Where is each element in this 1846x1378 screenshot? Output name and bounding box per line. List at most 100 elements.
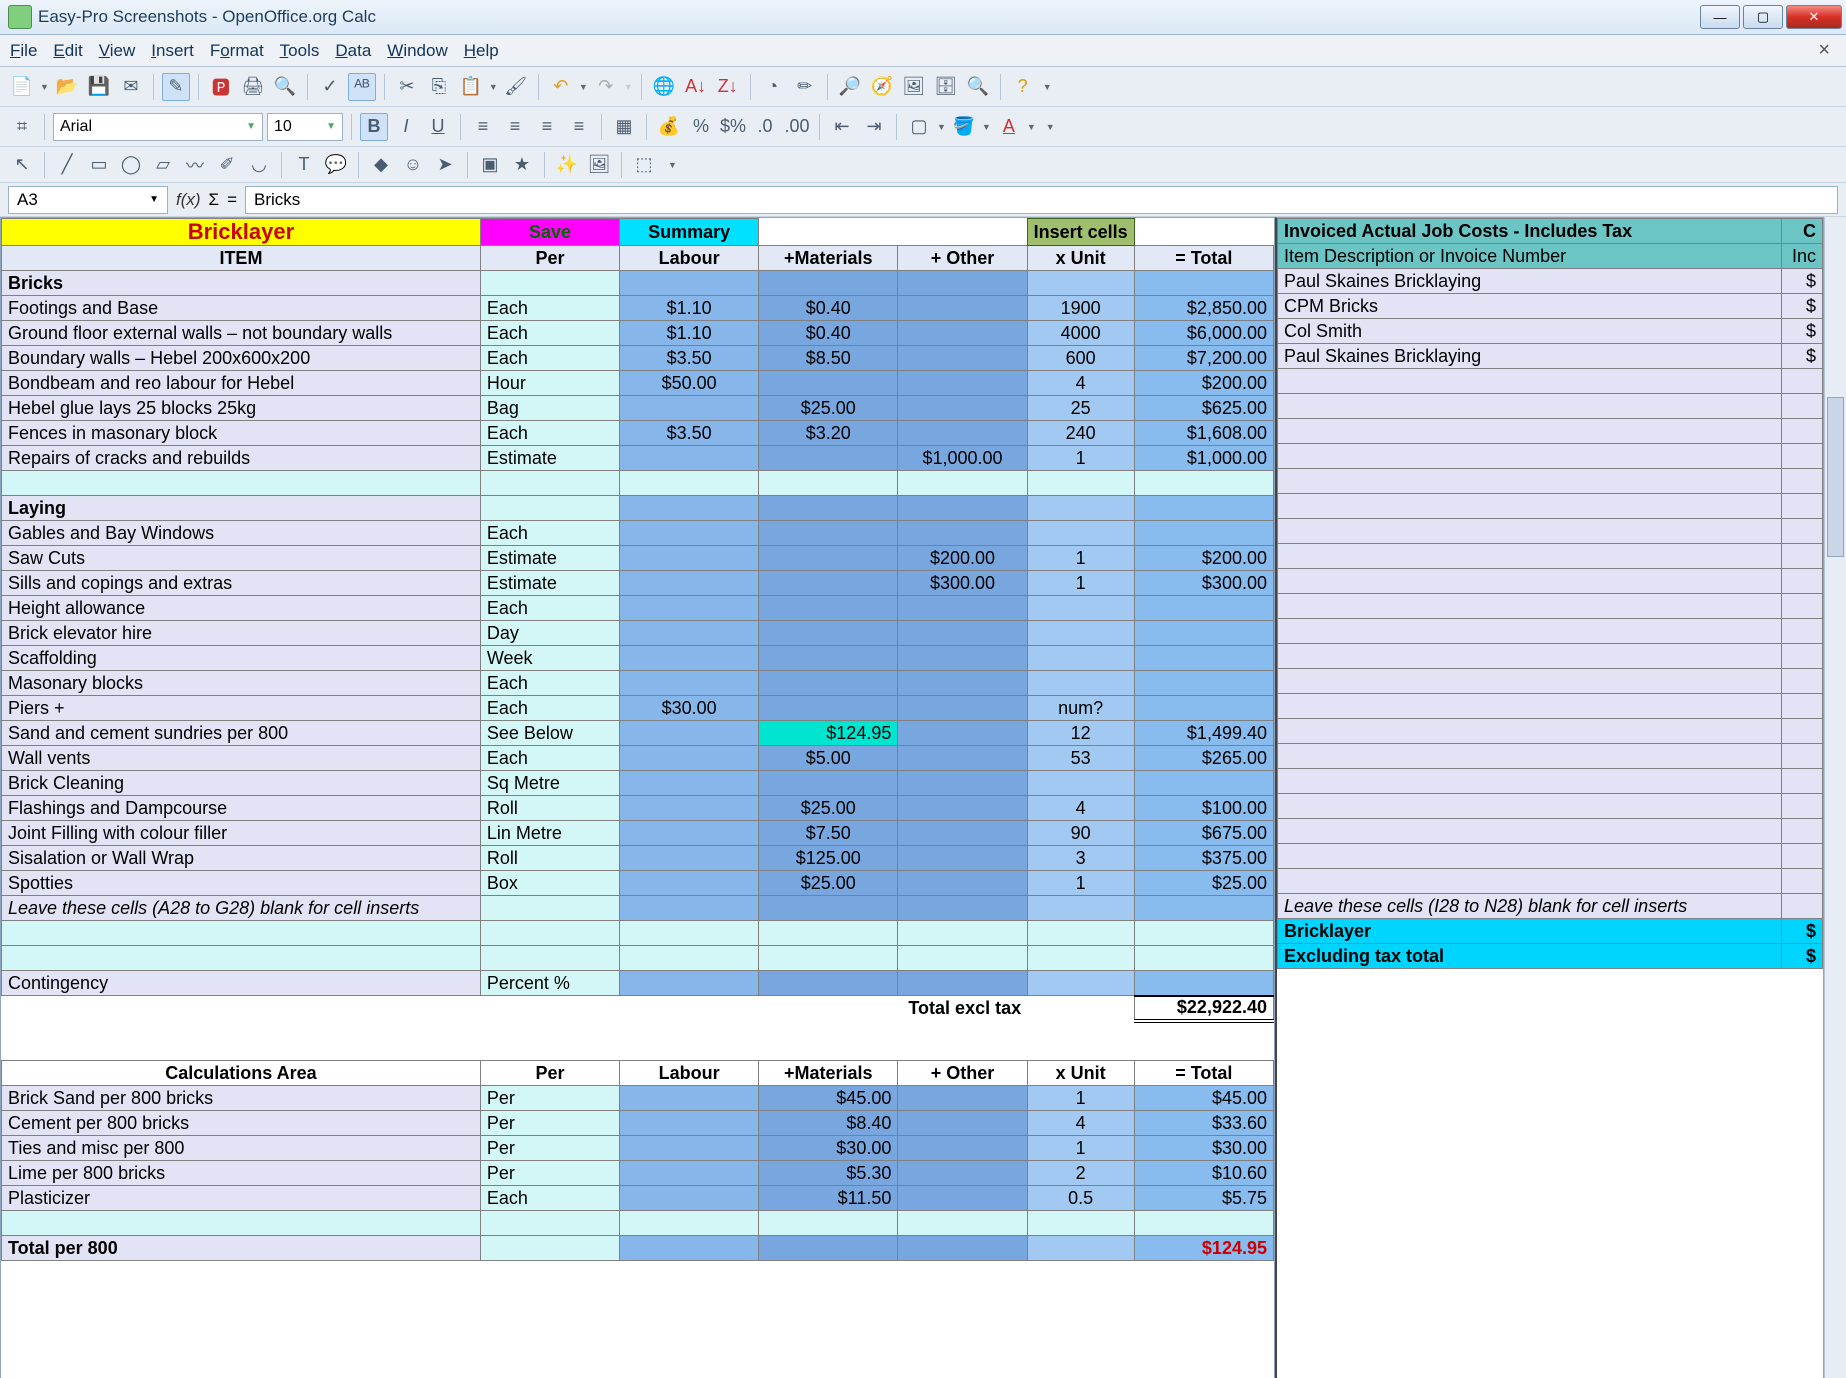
invoice-row[interactable] — [1278, 719, 1782, 744]
table-row-item[interactable]: Scaffolding — [2, 646, 481, 671]
align-center-icon[interactable]: ≡ — [501, 113, 529, 141]
invoice-row[interactable] — [1278, 644, 1782, 669]
save-icon[interactable]: 💾 — [85, 73, 113, 101]
table-row-item[interactable]: Bondbeam and reo labour for Hebel — [2, 371, 481, 396]
show-draw-icon[interactable]: ✏ — [791, 73, 819, 101]
copy-icon[interactable]: ⎘ — [425, 73, 453, 101]
fontcolor-icon[interactable]: A — [995, 113, 1023, 141]
summary-button[interactable]: Summary — [620, 219, 759, 246]
redo-icon[interactable]: ↷ — [592, 73, 620, 101]
equals-icon[interactable]: = — [227, 190, 237, 210]
menu-view[interactable]: View — [99, 41, 136, 61]
rect-icon[interactable]: ▭ — [85, 151, 113, 179]
table-row-item[interactable]: Joint Filling with colour filler — [2, 821, 481, 846]
edit-file-icon[interactable]: ✎ — [162, 73, 190, 101]
sort-desc-icon[interactable]: Z↓ — [714, 73, 742, 101]
invoice-row[interactable] — [1278, 494, 1782, 519]
spreadsheet-left[interactable]: Bricklayer Save Summary Insert cells ITE… — [0, 217, 1275, 1378]
save-button[interactable]: Save — [480, 219, 619, 246]
table-row-item[interactable]: Piers + — [2, 696, 481, 721]
select-icon[interactable]: ↖ — [8, 151, 36, 179]
invoice-row[interactable] — [1278, 544, 1782, 569]
polygon-icon[interactable]: ▱ — [149, 151, 177, 179]
open-icon[interactable]: 📂 — [53, 73, 81, 101]
table-row-item[interactable]: Sand and cement sundries per 800 — [2, 721, 481, 746]
curve-icon[interactable]: 〰 — [181, 151, 209, 179]
preview-icon[interactable]: 🔍 — [271, 73, 299, 101]
align-left-icon[interactable]: ≡ — [469, 113, 497, 141]
freeform-icon[interactable]: ✐ — [213, 151, 241, 179]
bgcolor-icon[interactable]: 🪣 — [950, 113, 978, 141]
styles-icon[interactable]: ⌗ — [8, 113, 36, 141]
from-file-icon[interactable]: 🖼 — [585, 151, 613, 179]
invoice-row[interactable] — [1278, 444, 1782, 469]
vertical-scrollbar[interactable] — [1824, 217, 1846, 1378]
close-button[interactable]: ✕ — [1786, 5, 1842, 29]
spellcheck-icon[interactable]: ✓ — [316, 73, 344, 101]
invoice-row[interactable] — [1278, 619, 1782, 644]
invoice-row[interactable] — [1278, 419, 1782, 444]
undo-icon[interactable]: ↶ — [547, 73, 575, 101]
arc-icon[interactable]: ◡ — [245, 151, 273, 179]
table-row-item[interactable]: Brick elevator hire — [2, 621, 481, 646]
basic-shapes-icon[interactable]: ◆ — [367, 151, 395, 179]
underline-button[interactable]: U — [424, 113, 452, 141]
table-row-item[interactable]: Hebel glue lays 25 blocks 25kg — [2, 396, 481, 421]
ellipse-icon[interactable]: ◯ — [117, 151, 145, 179]
invoice-row[interactable] — [1278, 469, 1782, 494]
invoice-row[interactable]: Col Smith — [1278, 319, 1782, 344]
datasources-icon[interactable]: 🗄 — [932, 73, 960, 101]
menu-insert[interactable]: Insert — [151, 41, 194, 61]
menu-data[interactable]: Data — [335, 41, 371, 61]
table-row-item[interactable]: Gables and Bay Windows — [2, 521, 481, 546]
invoice-row[interactable] — [1278, 569, 1782, 594]
increase-indent-icon[interactable]: ⇥ — [860, 113, 888, 141]
line-icon[interactable]: ╱ — [53, 151, 81, 179]
invoice-row[interactable]: Paul Skaines Bricklaying — [1278, 269, 1782, 294]
autospell-icon[interactable]: ᴬᴮ — [348, 73, 376, 101]
menu-tools[interactable]: Tools — [280, 41, 320, 61]
email-icon[interactable]: ✉ — [117, 73, 145, 101]
pdf-icon[interactable]: 🅿 — [207, 73, 235, 101]
invoice-row[interactable] — [1278, 819, 1782, 844]
table-row-item[interactable]: Height allowance — [2, 596, 481, 621]
table-row-item[interactable]: Wall vents — [2, 746, 481, 771]
insert-cells-button[interactable]: Insert cells — [1027, 219, 1134, 246]
extrusion-icon[interactable]: ⬚ — [630, 151, 658, 179]
sum-icon[interactable]: Σ — [209, 190, 220, 210]
menu-file[interactable]: File — [10, 41, 37, 61]
table-row-item[interactable]: Sills and copings and extras — [2, 571, 481, 596]
font-name-combo[interactable]: Arial▼ — [53, 113, 263, 141]
borders-icon[interactable]: ▢ — [905, 113, 933, 141]
table-row-item[interactable]: Repairs of cracks and rebuilds — [2, 446, 481, 471]
format-paint-icon[interactable]: 🖌 — [502, 73, 530, 101]
table-row-item[interactable]: Contingency — [2, 971, 481, 996]
menu-help[interactable]: Help — [464, 41, 499, 61]
table-row-item[interactable]: Boundary walls – Hebel 200x600x200 — [2, 346, 481, 371]
navigator-icon[interactable]: 🧭 — [868, 73, 896, 101]
table-row-item[interactable]: Spotties — [2, 871, 481, 896]
maximize-button[interactable]: ▢ — [1743, 5, 1783, 29]
table-row-item[interactable]: Fences in masonary block — [2, 421, 481, 446]
menu-format[interactable]: Format — [210, 41, 264, 61]
invoice-row[interactable] — [1278, 794, 1782, 819]
invoice-row[interactable] — [1278, 669, 1782, 694]
percent-icon[interactable]: % — [687, 113, 715, 141]
invoice-row[interactable]: CPM Bricks — [1278, 294, 1782, 319]
invoice-row[interactable] — [1278, 594, 1782, 619]
text-icon[interactable]: T — [290, 151, 318, 179]
invoice-row[interactable] — [1278, 744, 1782, 769]
hyperlink-icon[interactable]: 🌐 — [650, 73, 678, 101]
table-row-item[interactable]: Sisalation or Wall Wrap — [2, 846, 481, 871]
spreadsheet-right[interactable]: Invoiced Actual Job Costs - Includes Tax… — [1275, 217, 1824, 1378]
table-row-item[interactable]: Bricks — [2, 271, 481, 296]
currency-icon[interactable]: 💰 — [655, 113, 683, 141]
invoice-row[interactable] — [1278, 694, 1782, 719]
find-icon[interactable]: 🔎 — [836, 73, 864, 101]
bold-button[interactable]: B — [360, 113, 388, 141]
symbol-shapes-icon[interactable]: ☺ — [399, 151, 427, 179]
invoice-row[interactable] — [1278, 519, 1782, 544]
invoice-row[interactable] — [1278, 394, 1782, 419]
block-arrows-icon[interactable]: ➤ — [431, 151, 459, 179]
remove-decimal-icon[interactable]: .00 — [783, 113, 811, 141]
